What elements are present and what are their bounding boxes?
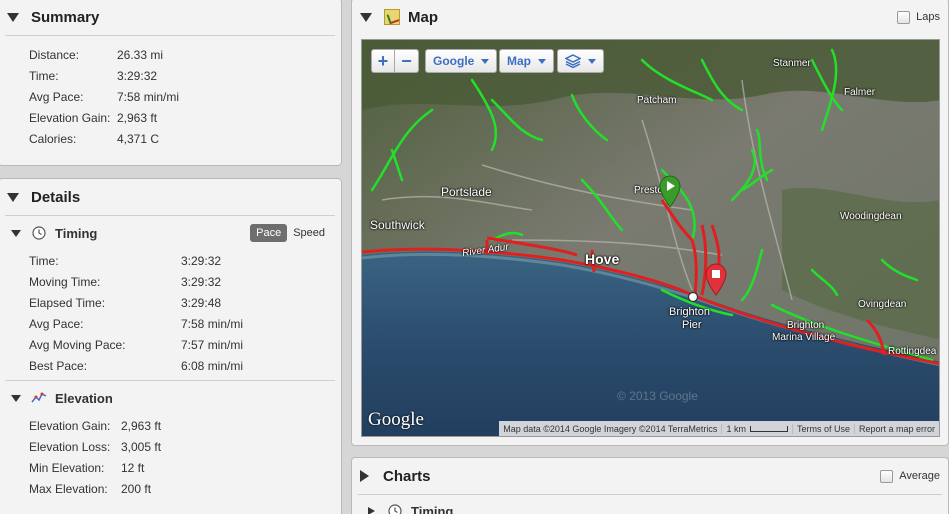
place-label-brighton-marina-line2: Marina Village: [772, 332, 836, 343]
collapse-triangle-icon[interactable]: [360, 12, 372, 22]
elevation-title: Elevation: [55, 390, 113, 406]
laps-label: Laps: [916, 11, 940, 23]
summary-row-distance: Distance: 26.33 mi: [29, 47, 164, 62]
laps-checkbox[interactable]: [897, 10, 911, 24]
charts-header[interactable]: Charts Average: [352, 458, 948, 494]
expand-triangle-icon[interactable]: [360, 470, 369, 482]
elevation-subheader[interactable]: Elevation: [0, 381, 341, 415]
place-label-ovingdean: Ovingdean: [858, 299, 907, 310]
map-scale: 1 km: [721, 423, 792, 434]
start-flag-icon: [659, 175, 681, 208]
chevron-down-icon: [481, 58, 490, 64]
place-label-southwick: Southwick: [370, 218, 425, 232]
place-label-brighton-pier-line2: Pier: [682, 319, 702, 331]
elevation-row-max: Max Elevation: 200 ft: [29, 481, 152, 496]
place-label-woodingdean: Woodingdean: [840, 211, 902, 222]
collapse-triangle-icon[interactable]: [11, 229, 21, 237]
clock-icon: [31, 225, 47, 241]
charts-title: Charts: [383, 467, 431, 485]
timing-subheader[interactable]: Timing Pace Speed: [0, 216, 341, 250]
layers-dropdown[interactable]: [557, 49, 604, 73]
map-view[interactable]: © 2013 Google + − Google Map Stanmer Fal…: [361, 39, 940, 437]
collapse-triangle-icon[interactable]: [11, 394, 21, 402]
place-label-falmer: Falmer: [844, 87, 876, 98]
summary-row-time: Time: 3:29:32: [29, 68, 158, 83]
clock-icon: [387, 503, 403, 514]
collapse-triangle-icon[interactable]: [7, 192, 19, 202]
elevation-chart-icon: [31, 390, 47, 406]
zoom-out-button[interactable]: −: [395, 49, 419, 73]
summary-row-calories: Calories: 4,371 C: [29, 131, 160, 146]
zoom-in-button[interactable]: +: [371, 49, 395, 73]
finish-stop-icon: [705, 263, 727, 296]
pace-speed-toggle: Pace Speed: [250, 224, 331, 242]
details-title: Details: [31, 188, 81, 206]
place-label-stanmer: Stanmer: [773, 58, 811, 69]
place-label-patcham: Patcham: [637, 95, 677, 106]
timing-title: Timing: [55, 225, 98, 241]
summary-row-elevation-gain: Elevation Gain: 2,963 ft: [29, 110, 158, 125]
map-type-dropdown[interactable]: Map: [499, 49, 554, 73]
details-header[interactable]: Details: [0, 179, 341, 215]
place-label-rottingdean: Rottingdea: [888, 346, 937, 357]
place-label-brighton-marina-line1: Brighton: [787, 320, 825, 331]
map-type-dropdown-button[interactable]: Map: [499, 49, 554, 73]
place-label-hove: Hove: [585, 251, 620, 267]
report-map-error-link[interactable]: Report a map error: [853, 423, 939, 434]
zoom-controls: + −: [371, 49, 419, 73]
map-header[interactable]: Map Laps: [352, 0, 948, 35]
collapse-triangle-icon[interactable]: [7, 12, 19, 22]
finish-marker[interactable]: [704, 262, 728, 299]
elevation-row-loss: Elevation Loss: 3,005 ft: [29, 439, 162, 454]
laps-checkbox-label[interactable]: Laps: [897, 10, 940, 24]
map-icon: [384, 9, 400, 25]
summary-panel: Summary Distance: 26.33 mi Time: 3:29:32 A…: [0, 0, 342, 166]
summary-header[interactable]: Summary: [0, 0, 341, 35]
lap-marker[interactable]: [687, 291, 699, 306]
summary-title: Summary: [31, 8, 100, 26]
google-logo[interactable]: Google: [368, 409, 424, 431]
expand-triangle-icon[interactable]: [368, 507, 375, 514]
timing-row-best-pace: Best Pace: 6:08 min/mi: [29, 358, 244, 373]
timing-row-moving-time: Moving Time: 3:29:32: [29, 274, 222, 289]
map-attribution-bar: Map data ©2014 Google Imagery ©2014 Terr…: [499, 421, 939, 436]
timing-row-avg-moving-pace: Avg Moving Pace: 7:57 min/mi: [29, 337, 244, 352]
lap-point-icon: [687, 291, 699, 303]
chevron-down-icon: [538, 58, 546, 64]
place-label-brighton-pier-line1: Brighton: [669, 306, 710, 318]
provider-dropdown-button[interactable]: Google: [425, 49, 498, 73]
map-panel: Map Laps © 2013 Google + − Google Map St…: [351, 0, 949, 446]
timing-row-elapsed-time: Elapsed Time: 3:29:48: [29, 295, 222, 310]
place-label-portslade: Portslade: [441, 185, 492, 199]
average-label: Average: [899, 470, 940, 482]
terms-of-use-link[interactable]: Terms of Use: [791, 423, 854, 434]
map-watermark: © 2013 Google: [617, 389, 698, 403]
elevation-row-gain: Elevation Gain: 2,963 ft: [29, 418, 162, 433]
layers-dropdown-button[interactable]: [557, 49, 604, 73]
provider-dropdown[interactable]: Google: [425, 49, 498, 73]
scale-bar: [749, 426, 788, 433]
map-title: Map: [408, 8, 438, 26]
details-panel: Details Timing Pace Speed Time: 3:29:32 M…: [0, 178, 342, 514]
start-marker[interactable]: [658, 174, 682, 211]
summary-row-avg-pace: Avg Pace: 7:58 min/mi: [29, 89, 180, 104]
layers-icon: [565, 54, 581, 68]
pace-toggle-button[interactable]: Pace: [250, 224, 288, 242]
chevron-down-icon: [588, 58, 596, 64]
elevation-row-min: Min Elevation: 12 ft: [29, 460, 145, 475]
charts-timing-subheader[interactable]: Timing: [352, 495, 948, 514]
average-checkbox-label[interactable]: Average: [880, 469, 940, 483]
average-checkbox[interactable]: [880, 469, 894, 483]
timing-row-avg-pace: Avg Pace: 7:58 min/mi: [29, 316, 244, 331]
timing-row-time: Time: 3:29:32: [29, 253, 222, 268]
map-data-attribution: Map data ©2014 Google Imagery ©2014 Terr…: [503, 423, 718, 434]
charts-timing-title: Timing: [411, 503, 454, 514]
charts-panel: Charts Average Timing: [351, 457, 949, 514]
speed-toggle-button[interactable]: Speed: [287, 224, 331, 242]
